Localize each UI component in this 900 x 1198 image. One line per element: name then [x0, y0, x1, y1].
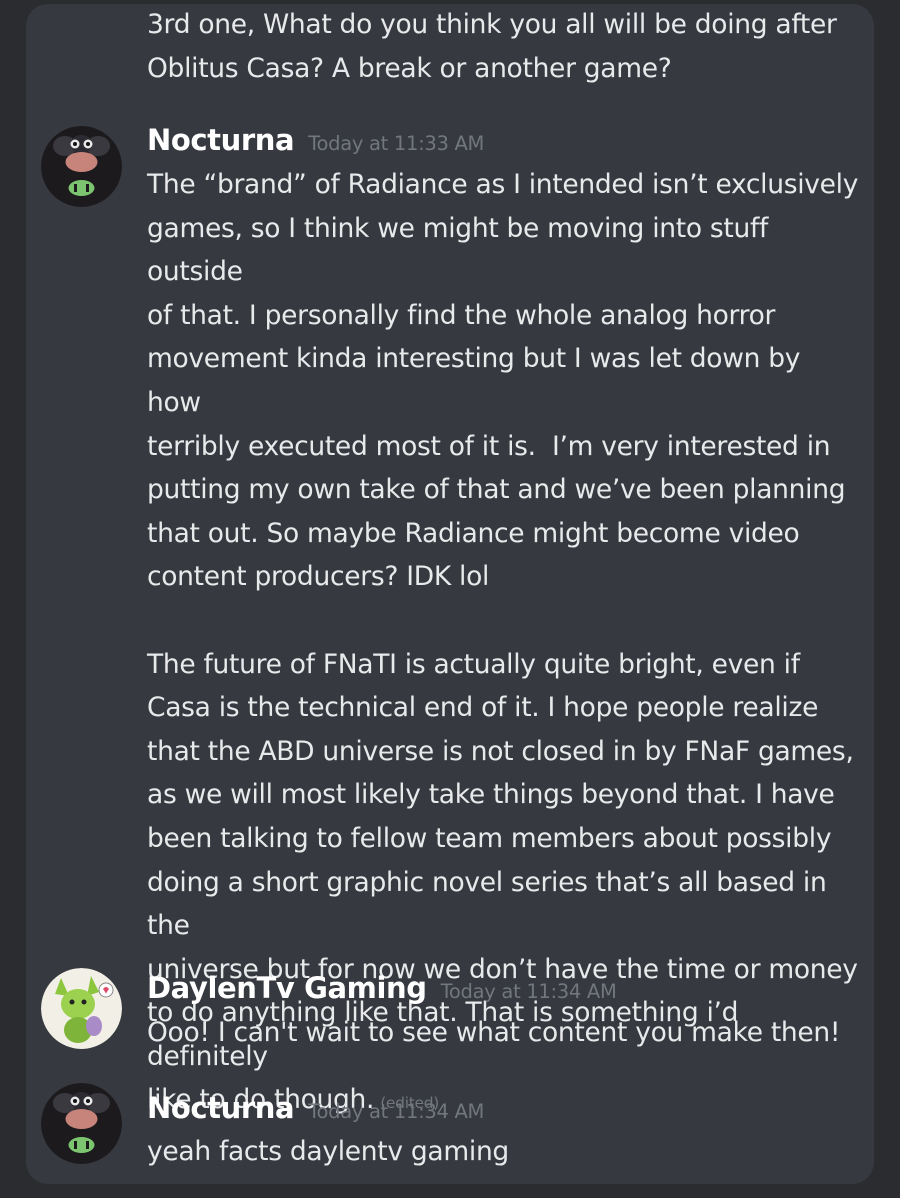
avatar[interactable] — [41, 1083, 122, 1164]
message-text: Ooo! I can't wait to see what content yo… — [147, 1017, 841, 1048]
dark-creature-icon — [41, 1083, 122, 1164]
green-character-icon — [41, 968, 122, 1049]
timestamp: Today at 11:34 AM — [440, 980, 617, 1003]
timestamp: Today at 11:33 AM — [308, 132, 485, 155]
username[interactable]: Nocturna — [147, 1091, 295, 1125]
message-continuation-text: 3rd one, What do you think you all will … — [147, 9, 837, 84]
dark-creature-icon — [41, 126, 122, 207]
message-body: yeah facts daylentv gaming — [147, 1130, 862, 1174]
message-header: DaylenTv Gaming Today at 11:34 AM — [147, 971, 617, 1011]
avatar[interactable] — [41, 968, 122, 1049]
message-text: yeah facts daylentv gaming — [147, 1136, 509, 1167]
timestamp: Today at 11:34 AM — [308, 1100, 485, 1123]
message-body: Ooo! I can't wait to see what content yo… — [147, 1011, 862, 1055]
username[interactable]: DaylenTv Gaming — [147, 971, 427, 1005]
message-paragraph: The “brand” of Radiance as I intended is… — [147, 169, 859, 593]
message-header: Nocturna Today at 11:33 AM — [147, 123, 484, 163]
username[interactable]: Nocturna — [147, 123, 295, 157]
avatar[interactable] — [41, 126, 122, 207]
chat-panel: 3rd one, What do you think you all will … — [26, 4, 874, 1184]
message-header: Nocturna Today at 11:34 AM — [147, 1091, 484, 1131]
